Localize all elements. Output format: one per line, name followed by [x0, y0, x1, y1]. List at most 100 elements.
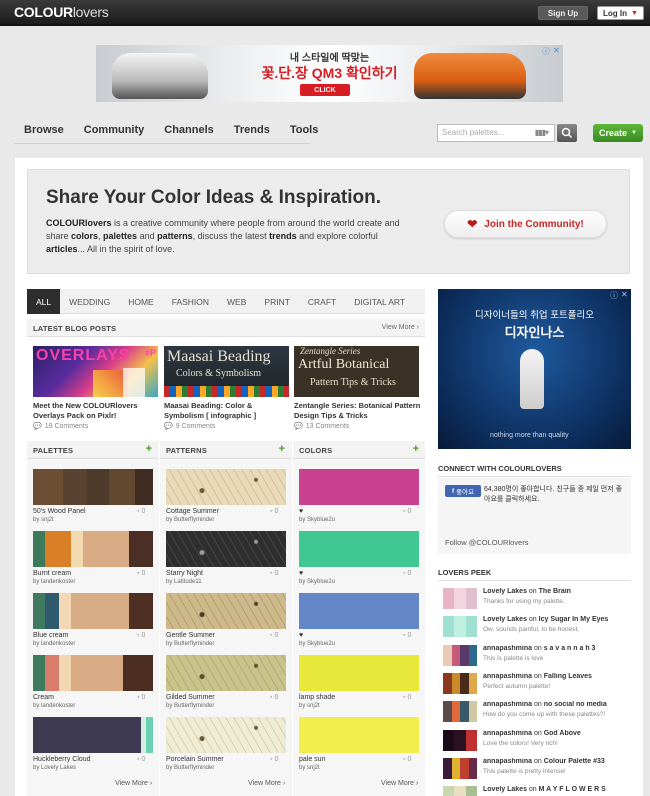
swatch-name[interactable]: 50's Wood Panel	[33, 508, 86, 515]
color-swatch[interactable]	[299, 531, 419, 567]
color-swatch[interactable]	[299, 469, 419, 505]
peek-user[interactable]: annapashmina	[483, 730, 532, 737]
search-input[interactable]: Search palettes... ▮▮▮▾	[437, 124, 555, 142]
ad-close-icon[interactable]: ✕	[553, 46, 560, 55]
peek-user[interactable]: annapashmina	[483, 673, 532, 680]
swatch-name[interactable]: Cream	[33, 694, 54, 701]
blog-post-title[interactable]: Zentangle Series: Botanical Pattern Desi…	[294, 401, 422, 421]
peek-target[interactable]: M A Y F L O W E R S	[539, 786, 606, 793]
blog-post-title[interactable]: Maasai Beading: Color & Symbolism [ info…	[164, 401, 292, 421]
swatch-author[interactable]: by Butterflyminder	[166, 765, 214, 771]
blog-comments[interactable]: 💬 13 Comments	[294, 422, 349, 430]
colors-view-more-link[interactable]: View More ›	[381, 780, 418, 787]
peek-palette-thumb[interactable]	[443, 644, 477, 666]
swatch-name[interactable]: Cottage Summer	[166, 508, 219, 515]
patterns-view-more-link[interactable]: View More ›	[248, 780, 285, 787]
tab-craft[interactable]: CRAFT	[299, 289, 345, 314]
ad-click-button[interactable]: CLICK	[300, 84, 350, 96]
add-pattern-icon[interactable]: +	[279, 443, 285, 455]
peek-target[interactable]: God Above	[544, 730, 581, 737]
peek-item[interactable]: annapashmina on God Above Love the colors…	[443, 729, 631, 754]
add-palette-icon[interactable]: +	[146, 443, 152, 455]
peek-target[interactable]: no social no media	[544, 701, 607, 708]
hero-colors[interactable]: colors	[71, 231, 98, 241]
pattern-swatch[interactable]	[166, 655, 286, 691]
side-advertisement[interactable]: 디자이너들의 취업 포트폴리오 디자인나스 nothing more than …	[438, 289, 631, 449]
pattern-swatch[interactable]	[166, 469, 286, 505]
peek-item[interactable]: annapashmina on s a v a n n a h 3 This is…	[443, 644, 631, 669]
site-logo[interactable]: COLOURlovers	[14, 4, 109, 20]
swatch-name[interactable]: Porcelain Summer	[166, 756, 224, 763]
log-in-button[interactable]: Log In ▼	[597, 6, 644, 20]
nav-tools[interactable]: Tools	[290, 124, 319, 144]
twitter-follow-link[interactable]: Follow @COLOURlovers	[445, 538, 528, 547]
tab-all[interactable]: ALL	[27, 289, 61, 314]
blog-image[interactable]: Zentangle Series Artful Botanical Patter…	[294, 346, 419, 397]
swatch-author[interactable]: by snj2t	[299, 765, 320, 771]
blog-view-more-link[interactable]: View More ›	[382, 324, 419, 331]
blog-post-title[interactable]: Meet the New COLOURlovers Overlays Pack …	[33, 401, 161, 421]
peek-item[interactable]: annapashmina on Colour Palette #33 This p…	[443, 757, 631, 782]
swatch-name[interactable]: Blue cream	[33, 632, 68, 639]
swatch-author[interactable]: by Lovely Lakes	[33, 765, 76, 771]
pattern-swatch[interactable]	[166, 593, 286, 629]
swatch-author[interactable]: by Butterflyminder	[166, 641, 214, 647]
tab-print[interactable]: PRINT	[255, 289, 299, 314]
ad-close-icon[interactable]: ✕	[621, 290, 628, 299]
ad-info-icon[interactable]: ⓘ	[610, 290, 618, 301]
peek-user[interactable]: annapashmina	[483, 701, 532, 708]
top-advertisement[interactable]: 내 스타일에 딱맞는 꽃.단.장 QM3 확인하기 CLICK ⓘ ✕	[96, 45, 563, 102]
swatch-author[interactable]: by Butterflyminder	[166, 703, 214, 709]
facebook-like-button[interactable]: f 좋아요	[445, 485, 481, 497]
peek-user[interactable]: annapashmina	[483, 758, 532, 765]
swatch-name[interactable]: ♥	[299, 570, 303, 577]
swatch-name[interactable]: pale sun	[299, 756, 325, 763]
peek-palette-thumb[interactable]	[443, 616, 477, 638]
hero-palettes[interactable]: palettes	[103, 231, 137, 241]
peek-target[interactable]: Icy Sugar In My Eyes	[539, 616, 609, 623]
hero-trends[interactable]: trends	[269, 231, 297, 241]
tab-home[interactable]: HOME	[119, 289, 163, 314]
nav-trends[interactable]: Trends	[234, 124, 270, 144]
peek-palette-thumb[interactable]	[443, 757, 477, 779]
swatch-author[interactable]: by snj2t	[299, 703, 320, 709]
swatch-name[interactable]: ♥	[299, 632, 303, 639]
peek-user[interactable]: Lovely Lakes	[483, 588, 527, 595]
swatch-name[interactable]: lamp shade	[299, 694, 335, 701]
swatch-author[interactable]: by Skyblue2u	[299, 579, 335, 585]
swatch-author[interactable]: by Skyblue2u	[299, 517, 335, 523]
peek-target[interactable]: s a v a n n a h 3	[544, 645, 596, 652]
pattern-swatch[interactable]	[166, 531, 286, 567]
create-button[interactable]: Create ▼	[593, 124, 643, 142]
peek-user[interactable]: Lovely Lakes	[483, 786, 527, 793]
palette-swatch[interactable]	[33, 531, 153, 567]
swatch-name[interactable]: Starry Night	[166, 570, 203, 577]
swatch-author[interactable]: by Butterflyminder	[166, 517, 214, 523]
swatch-author[interactable]: by snj2t	[33, 517, 54, 523]
search-button[interactable]	[557, 124, 577, 142]
peek-palette-thumb[interactable]	[443, 701, 477, 723]
peek-palette-thumb[interactable]	[443, 786, 477, 796]
swatch-author[interactable]: by Skyblue2u	[299, 641, 335, 647]
blog-image[interactable]: Maasai Beading Colors & Symbolism	[164, 346, 289, 397]
tab-fashion[interactable]: FASHION	[163, 289, 218, 314]
peek-user[interactable]: Lovely Lakes	[483, 616, 527, 623]
palette-swatch[interactable]	[33, 469, 153, 505]
swatch-name[interactable]: Huckleberry Cloud	[33, 756, 91, 763]
peek-item[interactable]: Lovely Lakes on Icy Sugar In My Eyes Ow, …	[443, 616, 631, 640]
swatch-name[interactable]: Gentle Summer	[166, 632, 215, 639]
color-swatch[interactable]	[299, 655, 419, 691]
palette-swatch[interactable]	[33, 593, 153, 629]
peek-palette-thumb[interactable]	[443, 729, 477, 751]
nav-channels[interactable]: Channels	[164, 124, 214, 144]
join-community-button[interactable]: ❤ Join the Community!	[444, 210, 607, 238]
peek-item[interactable]: Lovely Lakes on M A Y F L O W E R S	[443, 786, 631, 796]
pattern-swatch[interactable]	[166, 717, 286, 753]
blog-comments[interactable]: 💬 19 Comments	[33, 422, 88, 430]
tab-digital-art[interactable]: DIGITAL ART	[345, 289, 414, 314]
hero-articles[interactable]: articles	[46, 244, 78, 254]
blog-comments[interactable]: 💬 9 Comments	[164, 422, 215, 430]
swatch-author[interactable]: by landenkoster	[33, 703, 75, 709]
swatch-name[interactable]: Gilded Summer	[166, 694, 215, 701]
barcode-icon[interactable]: ▮▮▮▾	[535, 128, 549, 137]
